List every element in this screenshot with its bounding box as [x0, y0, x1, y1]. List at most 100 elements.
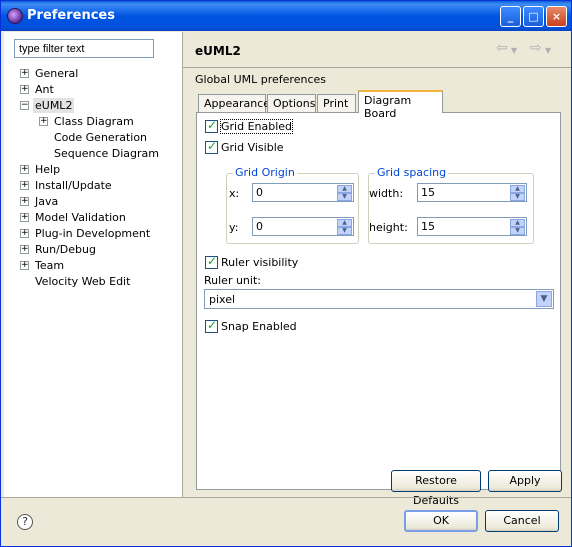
group-title: Grid Origin — [233, 166, 297, 179]
spin-up-icon[interactable]: ▲ — [510, 185, 525, 193]
page-title: eUML2 — [195, 44, 241, 58]
tab-diagram-board[interactable]: Diagram Board — [358, 90, 443, 120]
eclipse-icon — [7, 8, 23, 24]
spinner-value: 0 — [256, 220, 263, 233]
tree-item-install-update[interactable]: + Install/Update — [20, 178, 180, 194]
group-title: Grid spacing — [375, 166, 449, 179]
chevron-down-icon[interactable]: ▼ — [536, 291, 552, 307]
tree-item-ant[interactable]: + Ant — [20, 82, 180, 98]
back-icon[interactable]: ⇦ — [496, 40, 508, 56]
checkbox-checked-icon[interactable] — [205, 254, 218, 269]
header-divider — [183, 67, 571, 68]
diagram-board-panel: Grid Enabled Grid Visible Grid Origin x:… — [196, 112, 561, 490]
tree-item-label: Class Diagram — [54, 115, 134, 128]
ruler-visibility-checkbox[interactable]: Ruler visibility — [205, 254, 305, 270]
tree-item-label: Run/Debug — [35, 243, 96, 256]
tree-item-plugin-development[interactable]: + Plug-in Development — [20, 226, 180, 242]
spinner-value: 15 — [421, 220, 435, 233]
tab-options[interactable]: Options — [267, 94, 316, 112]
ruler-unit-label: Ruler unit: — [204, 274, 261, 287]
tree-item-model-validation[interactable]: + Model Validation — [20, 210, 180, 226]
checkbox-checked-icon[interactable] — [205, 139, 218, 154]
spin-up-icon[interactable]: ▲ — [510, 219, 525, 227]
filter-input[interactable] — [14, 39, 154, 58]
tree-item-velocity-web-edit[interactable]: Velocity Web Edit — [20, 274, 180, 290]
tree-item-label: Sequence Diagram — [54, 147, 159, 160]
tree-item-label: Code Generation — [54, 131, 148, 144]
ruler-unit-select[interactable]: pixel ▼ — [204, 289, 554, 309]
x-label: x: — [229, 187, 240, 200]
tree-item-team[interactable]: + Team — [20, 258, 180, 274]
tree-item-general[interactable]: + General — [20, 66, 180, 82]
checkbox-checked-icon[interactable] — [205, 118, 218, 133]
apply-button[interactable]: Apply — [488, 470, 562, 492]
grid-visible-checkbox[interactable]: Grid Visible — [205, 139, 295, 155]
forward-icon[interactable]: ⇨ — [530, 40, 542, 56]
tree-item-label: Install/Update — [35, 179, 112, 192]
page-description: Global UML preferences — [195, 73, 326, 86]
checkbox-label: Grid Enabled — [219, 119, 294, 134]
spin-up-icon[interactable]: ▲ — [337, 219, 352, 227]
close-button[interactable]: × — [546, 6, 567, 27]
spin-up-icon[interactable]: ▲ — [337, 185, 352, 193]
button-bar-divider — [1, 497, 571, 498]
spin-down-icon[interactable]: ▼ — [337, 193, 352, 201]
forward-menu-icon[interactable]: ▼ — [545, 46, 551, 55]
origin-x-spinner[interactable]: 0 ▲ ▼ — [252, 183, 354, 202]
spinner-value: 15 — [421, 186, 435, 199]
preferences-tree-pane: + General + Ant − eUML2 + Class Diagram … — [4, 32, 182, 498]
tree-item-code-generation[interactable]: Code Generation — [39, 130, 179, 146]
expand-icon[interactable]: + — [20, 261, 29, 270]
expand-icon[interactable]: + — [20, 181, 29, 190]
tab-print[interactable]: Print — [317, 94, 356, 112]
tree-item-label: eUML2 — [33, 98, 75, 113]
tree-item-label: Help — [35, 163, 61, 176]
spin-down-icon[interactable]: ▼ — [510, 227, 525, 235]
tree-item-label: Team — [35, 259, 65, 272]
snap-enabled-checkbox[interactable]: Snap Enabled — [205, 318, 305, 334]
tab-appearance[interactable]: Appearance — [198, 94, 270, 112]
tree-item-run-debug[interactable]: + Run/Debug — [20, 242, 180, 258]
checkbox-label: Snap Enabled — [221, 320, 297, 333]
expand-icon[interactable]: + — [20, 165, 29, 174]
origin-y-spinner[interactable]: 0 ▲ ▼ — [252, 217, 354, 236]
expand-icon[interactable]: + — [20, 197, 29, 206]
tree-item-label: Model Validation — [35, 211, 126, 224]
restore-defaults-button[interactable]: Restore Defaults — [391, 470, 481, 507]
expand-icon[interactable]: + — [20, 213, 29, 222]
back-menu-icon[interactable]: ▼ — [511, 46, 517, 55]
title-bar[interactable]: Preferences _ □ × — [1, 1, 571, 31]
expand-icon[interactable]: + — [20, 69, 29, 78]
expand-icon[interactable]: + — [20, 245, 29, 254]
collapse-icon[interactable]: − — [20, 101, 29, 110]
tree-item-label: Java — [35, 195, 59, 208]
checkbox-label: Grid Visible — [221, 141, 284, 154]
spacing-width-spinner[interactable]: 15 ▲ ▼ — [417, 183, 527, 202]
spin-down-icon[interactable]: ▼ — [337, 227, 352, 235]
grid-spacing-group: Grid spacing width: 15 ▲ ▼ height: 15 ▲ … — [368, 166, 534, 244]
spacing-height-spinner[interactable]: 15 ▲ ▼ — [417, 217, 527, 236]
checkbox-label: Ruler visibility — [221, 256, 299, 269]
y-label: y: — [229, 221, 239, 234]
expand-icon[interactable]: + — [20, 229, 29, 238]
grid-enabled-checkbox[interactable]: Grid Enabled — [205, 118, 295, 134]
checkbox-checked-icon[interactable] — [205, 318, 218, 333]
preferences-window: Preferences _ □ × + General + Ant − eUML… — [0, 0, 572, 547]
tree-item-help[interactable]: + Help — [20, 162, 180, 178]
spin-down-icon[interactable]: ▼ — [510, 193, 525, 201]
tree-item-java[interactable]: + Java — [20, 194, 180, 210]
expand-icon[interactable]: + — [20, 85, 29, 94]
help-icon[interactable]: ? — [17, 514, 33, 530]
minimize-button[interactable]: _ — [500, 6, 521, 27]
expand-icon[interactable]: + — [39, 117, 48, 126]
spinner-value: 0 — [256, 186, 263, 199]
tree-item-class-diagram[interactable]: + Class Diagram — [39, 114, 179, 130]
cancel-button[interactable]: Cancel — [485, 510, 559, 532]
maximize-button[interactable]: □ — [523, 6, 544, 27]
selected-value: pixel — [209, 293, 236, 306]
tree-item-euml2[interactable]: − eUML2 — [20, 98, 180, 114]
tree-item-label: Ant — [35, 83, 54, 96]
ok-button[interactable]: OK — [404, 510, 478, 532]
preference-page: eUML2 ⇦ ▼ ⇨ ▼ Global UML preferences App… — [183, 32, 571, 498]
tree-item-sequence-diagram[interactable]: Sequence Diagram — [39, 146, 179, 162]
